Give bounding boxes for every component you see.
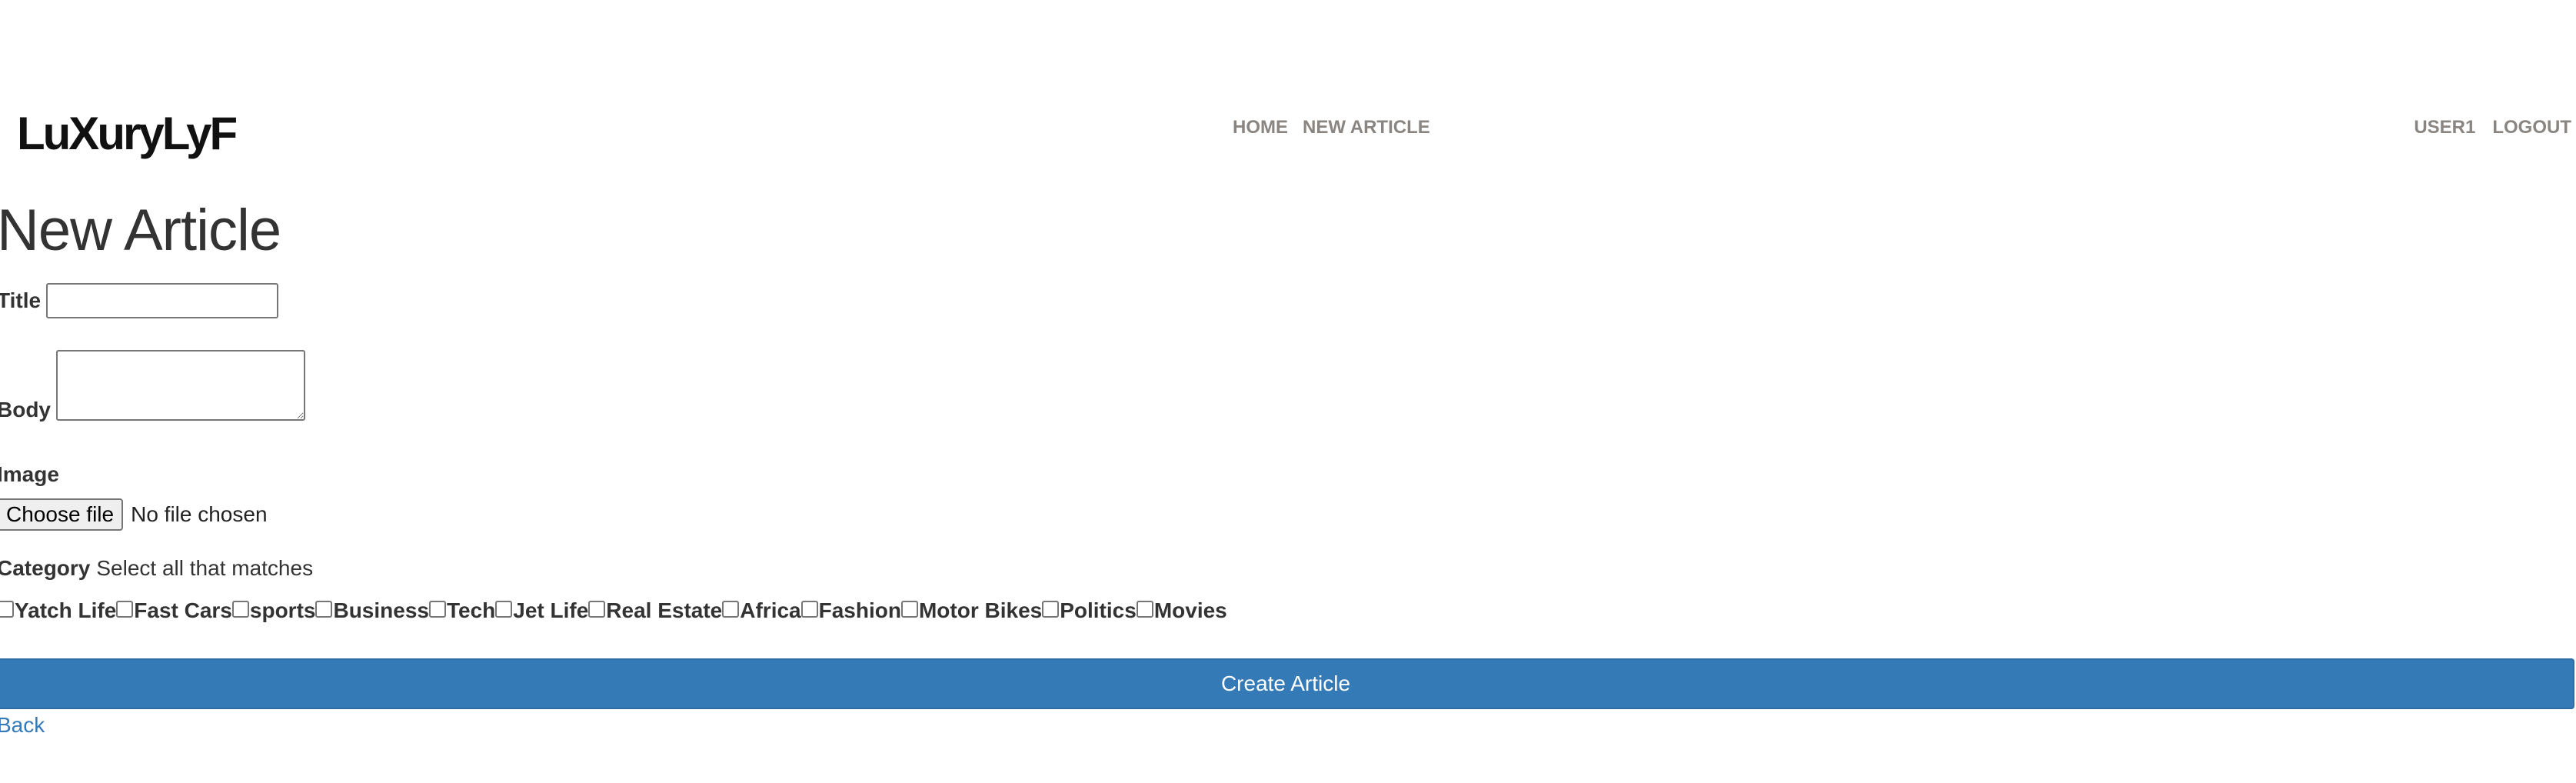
category-checkbox[interactable] (116, 601, 134, 618)
category-option: Jet Life (495, 598, 588, 623)
user-nav: USER1 LOGOUT (2414, 118, 2571, 137)
category-option-label[interactable]: Jet Life (513, 598, 588, 623)
category-option-label[interactable]: Movies (1154, 598, 1227, 623)
nav-user-link[interactable]: USER1 (2414, 118, 2475, 137)
category-option: Movies (1136, 598, 1227, 623)
category-label: Category (0, 556, 91, 580)
category-option: sports (231, 598, 316, 623)
category-option: Fast Cars (116, 598, 232, 623)
category-option: Politics (1042, 598, 1137, 623)
category-option-label[interactable]: sports (250, 598, 316, 623)
category-hint: Select all that matches (96, 556, 314, 580)
file-upload-row: Choose file No file chosen (0, 498, 268, 531)
body-label: Body (0, 398, 51, 421)
file-status-text: No file chosen (131, 502, 268, 526)
category-checkbox[interactable] (722, 601, 740, 618)
category-option: Motor Bikes (900, 598, 1042, 623)
category-checkbox[interactable] (231, 601, 249, 618)
title-input[interactable] (46, 283, 279, 318)
category-checkbox[interactable] (800, 601, 818, 618)
category-header: Category Select all that matches (0, 556, 313, 581)
category-checkbox[interactable] (900, 601, 918, 618)
choose-file-button[interactable]: Choose file (0, 498, 124, 531)
body-textarea[interactable] (56, 350, 305, 421)
page-title: New Article (0, 198, 281, 263)
title-label: Title (0, 288, 42, 312)
brand-logo[interactable]: LuXuryLyF (17, 111, 238, 157)
category-option: Business (315, 598, 429, 623)
nav-logout-link[interactable]: LOGOUT (2492, 118, 2571, 137)
category-option-label[interactable]: Fast Cars (134, 598, 232, 623)
category-option-label[interactable]: Yatch Life (15, 598, 116, 623)
category-checkbox[interactable] (1136, 601, 1153, 618)
body-field-row: Body (0, 350, 305, 421)
category-option-label[interactable]: Business (333, 598, 429, 623)
category-checkbox[interactable] (315, 601, 333, 618)
category-option: Africa (722, 598, 801, 623)
category-option-label[interactable]: Real Estate (606, 598, 722, 623)
category-checkbox[interactable] (428, 601, 446, 618)
nav-home-link[interactable]: HOME (1233, 118, 1288, 137)
category-option: Real Estate (588, 598, 722, 623)
main-nav: HOME NEW ARTICLE (1233, 118, 1430, 137)
category-checkbox[interactable] (0, 601, 14, 618)
category-option-label[interactable]: Africa (740, 598, 800, 623)
category-option: Fashion (800, 598, 901, 623)
category-option-label[interactable]: Politics (1060, 598, 1137, 623)
category-option-label[interactable]: Tech (447, 598, 495, 623)
category-option-label[interactable]: Motor Bikes (919, 598, 1042, 623)
back-link[interactable]: Back (0, 713, 45, 738)
title-field-row: Title (0, 283, 279, 318)
category-option: Yatch Life (0, 598, 116, 623)
category-checkbox-list: Yatch Life Fast Cars sports Business Tec… (0, 598, 1227, 623)
nav-new-article-link[interactable]: NEW ARTICLE (1303, 118, 1430, 137)
image-label: Image (0, 462, 59, 486)
category-option: Tech (428, 598, 495, 623)
category-checkbox[interactable] (588, 601, 606, 618)
top-navbar: LuXuryLyF HOME NEW ARTICLE USER1 LOGOUT (0, 92, 2576, 169)
category-checkbox[interactable] (495, 601, 513, 618)
category-checkbox[interactable] (1042, 601, 1060, 618)
category-option-label[interactable]: Fashion (819, 598, 901, 623)
create-article-button[interactable]: Create Article (0, 658, 2574, 709)
